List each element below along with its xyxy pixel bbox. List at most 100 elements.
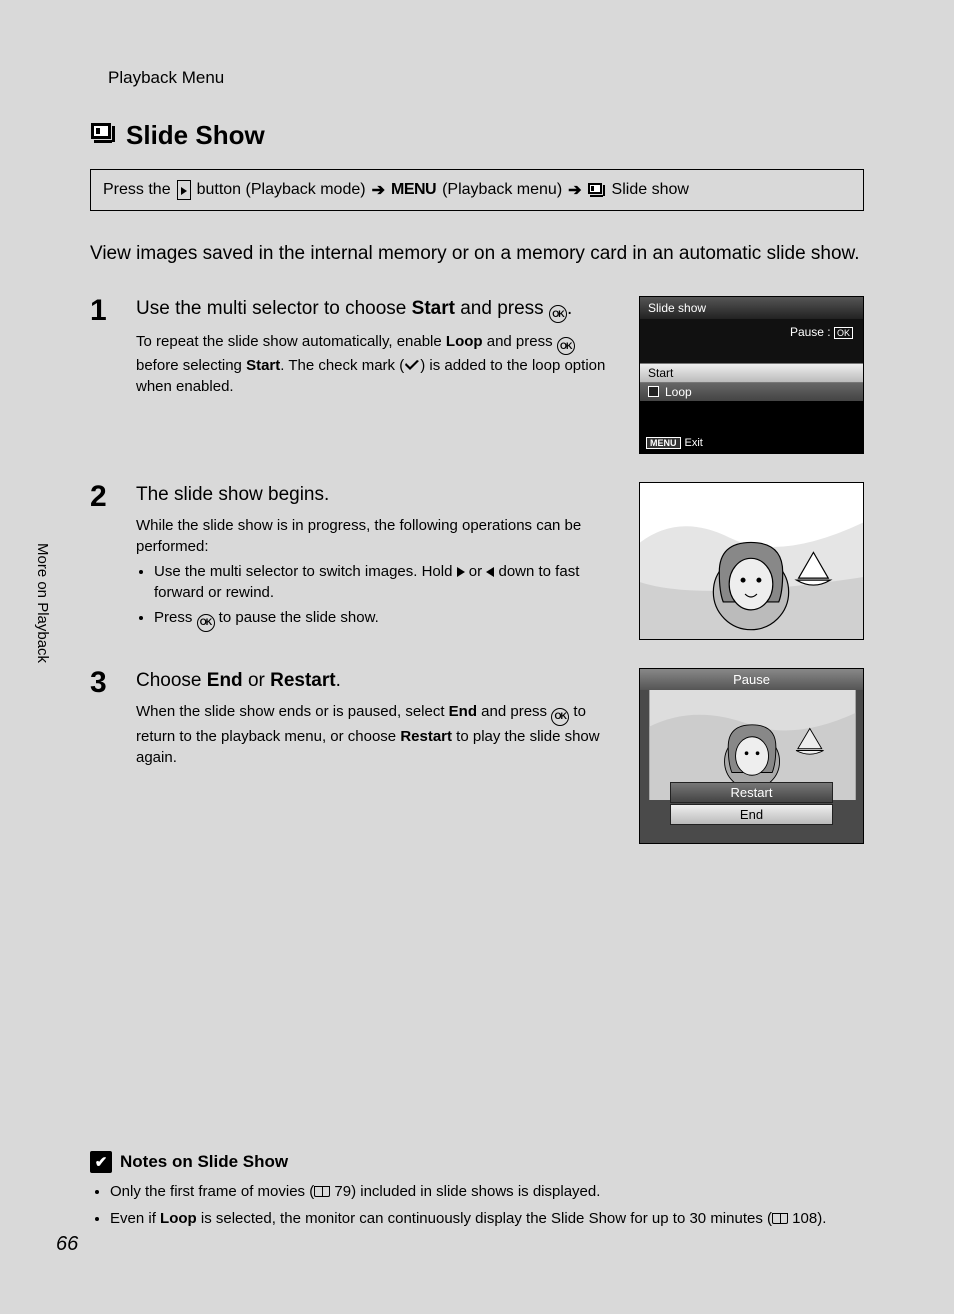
text: ). (817, 1210, 826, 1227)
text-bold: Loop (446, 333, 483, 350)
text: While the slide show is in progress, the… (136, 515, 611, 557)
lcd-title: Slide show (640, 297, 863, 319)
text: or (243, 670, 270, 691)
ok-button-icon: OK (557, 337, 575, 355)
list-item: Press OK to pause the slide show. (154, 607, 611, 631)
ok-button-icon: OK (197, 614, 215, 632)
text: Even if (110, 1210, 160, 1227)
step-number: 2 (90, 482, 118, 640)
text-bold: End (207, 670, 243, 691)
slideshow-icon (588, 183, 606, 198)
page: Playback Menu More on Playback 66 Slide … (0, 0, 954, 1314)
title-text: Slide Show (126, 120, 265, 151)
text: and press (477, 703, 551, 720)
text: before selecting (136, 357, 246, 374)
step-heading: The slide show begins. (136, 482, 611, 508)
text: and press (483, 333, 557, 350)
step-body: Use the multi selector to choose Start a… (136, 296, 611, 454)
lcd-loop-option: Loop (640, 383, 863, 401)
text: Only the first frame of movies ( (110, 1183, 314, 1200)
step-detail: While the slide show is in progress, the… (136, 515, 611, 631)
text: . (336, 670, 341, 691)
list-item: Use the multi selector to switch images.… (154, 561, 611, 603)
step-heading: Use the multi selector to choose Start a… (136, 296, 611, 323)
lcd-photo-screenshot (639, 482, 864, 640)
step-detail: To repeat the slide show automatically, … (136, 331, 611, 397)
nav-slide-show: Slide show (612, 181, 689, 199)
text: to pause the slide show. (215, 609, 379, 626)
step-body: Choose End or Restart. When the slide sh… (136, 668, 611, 844)
spacer (640, 345, 863, 363)
text: Use the multi selector to switch images.… (154, 563, 457, 580)
lcd-exit-hint: MENU Exit (646, 437, 703, 449)
caution-icon: ✔ (90, 1151, 112, 1173)
text-bold: Loop (160, 1210, 197, 1227)
nav-press: Press the (103, 181, 171, 199)
text: and press (455, 298, 549, 319)
text-bold: Restart (270, 670, 335, 691)
arrow-icon: ➔ (372, 180, 385, 200)
menu-word: MENU (391, 181, 436, 199)
page-ref-icon (314, 1186, 330, 1197)
playback-button-icon (177, 180, 191, 200)
text: . The check mark ( (280, 357, 404, 374)
content: Slide Show Press the button (Playback mo… (90, 60, 864, 844)
nav-playback-menu: (Playback menu) (442, 181, 562, 199)
lcd-end-option: End (670, 804, 833, 825)
step-detail: When the slide show ends or is paused, s… (136, 701, 611, 767)
list-item: Only the first frame of movies ( 79) inc… (110, 1181, 864, 1204)
step-1: 1 Use the multi selector to choose Start… (90, 296, 864, 454)
step-figure: Pause Restart End (639, 668, 864, 844)
lcd-paused-screenshot: Pause Restart End (639, 668, 864, 844)
text-bold: Start (412, 298, 455, 319)
list-item: Even if Loop is selected, the monitor ca… (110, 1208, 864, 1231)
page-ref-icon (772, 1213, 788, 1224)
menu-chip-icon: MENU (646, 437, 681, 449)
text-bold: Restart (400, 728, 452, 745)
checkbox-icon (648, 386, 659, 397)
ok-button-icon: OK (551, 708, 569, 726)
text: Exit (685, 437, 703, 449)
text-bold: Start (246, 357, 280, 374)
page-number: 66 (56, 1233, 78, 1256)
text-bold: End (449, 703, 477, 720)
arrow-icon: ➔ (568, 180, 581, 200)
step-heading: Choose End or Restart. (136, 668, 611, 694)
page-ref: 79 (330, 1183, 351, 1200)
right-arrow-icon (457, 567, 465, 577)
text: To repeat the slide show automatically, … (136, 333, 446, 350)
side-section-label: More on Playback (34, 543, 51, 663)
lcd-pause-hint: Pause : OK (640, 319, 863, 345)
text: Choose (136, 670, 207, 691)
sample-photo-icon (640, 483, 863, 640)
text: Press (154, 609, 197, 626)
text: or (465, 563, 487, 580)
notes-title: Notes on Slide Show (120, 1152, 288, 1172)
text: Loop (665, 385, 692, 399)
notes-section: ✔ Notes on Slide Show Only the first fra… (90, 1151, 864, 1234)
notes-heading: ✔ Notes on Slide Show (90, 1151, 864, 1173)
step-number: 3 (90, 668, 118, 844)
lcd-menu-screenshot: Slide show Pause : OK Start Loop MENU Ex… (639, 296, 864, 454)
ok-chip-icon: OK (834, 327, 853, 339)
lcd-pause-label: Pause (640, 669, 863, 690)
ok-button-icon: OK (549, 305, 567, 323)
lcd-start-option: Start (640, 363, 863, 383)
step-3: 3 Choose End or Restart. When the slide … (90, 668, 864, 844)
text: When the slide show ends or is paused, s… (136, 703, 449, 720)
step-figure (639, 482, 864, 640)
text: ) included in slide shows is displayed. (351, 1183, 600, 1200)
text: is selected, the monitor can continuousl… (197, 1210, 772, 1227)
page-title: Slide Show (90, 120, 864, 151)
text: Use the multi selector to choose (136, 298, 412, 319)
slideshow-icon (90, 120, 116, 151)
step-figure: Slide show Pause : OK Start Loop MENU Ex… (639, 296, 864, 454)
navigation-path: Press the button (Playback mode) ➔ MENU … (90, 169, 864, 211)
step-2: 2 The slide show begins. While the slide… (90, 482, 864, 640)
intro-text: View images saved in the internal memory… (90, 241, 864, 268)
page-ref: 108 (788, 1210, 817, 1227)
step-number: 1 (90, 296, 118, 454)
nav-playback-mode: button (Playback mode) (197, 181, 366, 199)
step-body: The slide show begins. While the slide s… (136, 482, 611, 640)
text: Pause : (790, 325, 831, 339)
